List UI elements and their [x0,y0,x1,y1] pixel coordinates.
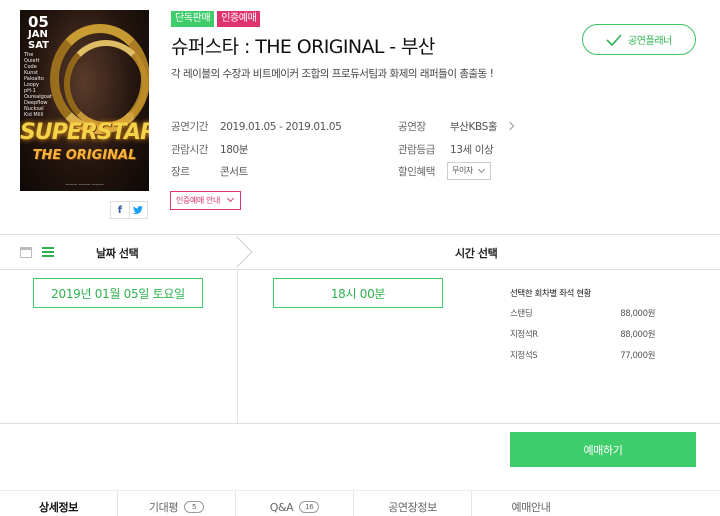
selected-date-chip[interactable]: 2019년 01월 05일 토요일 [33,278,203,308]
performance-planner-label: 공연플래너 [627,36,672,47]
runtime-value: 180분 [219,144,249,156]
poster-footer: ——— ——— ——— [65,182,104,187]
poster-date: 05 JAN SAT [28,13,49,52]
selected-time-chip[interactable]: 18시 00분 [273,278,443,308]
facebook-share-icon[interactable]: f [111,202,130,218]
book-button[interactable]: 예매하기 [510,432,696,467]
chevron-right-icon [505,121,515,131]
seat-row: 스탠딩 88,000원 [510,309,655,319]
poster-image: 05 JAN SAT The Quiett Code Kunst Paloalto L… [20,10,149,191]
info-period: 공연기간 2019.01.05 - 2019.01.05 [171,121,342,133]
date-column: 2019년 01월 05일 토요일 [0,270,238,424]
check-icon [606,33,622,46]
page-title: 슈퍼스타 : THE ORIGINAL - 부산 [171,36,435,58]
exclusive-sale-badge: 단독판매 [171,11,215,27]
tab-qna[interactable]: Q&A 16 [236,491,354,516]
certified-booking-guide-button[interactable]: 인증예매 안내 [170,191,241,210]
tab-count-badge: 5 [184,501,205,513]
poster-main-title: SUPERSTAR [20,120,149,145]
step-date[interactable]: 날짜 선택 [0,235,238,269]
seat-row: 지정석R 88,000원 [510,330,655,340]
poster-sub-title: THE ORIGINAL [32,148,137,163]
seat-status-title: 선택한 회차별 좌석 현황 [510,289,592,299]
period-value: 2019.01.05 - 2019.01.05 [219,121,342,133]
venue-value[interactable]: 부산KBS홀 [450,121,498,133]
list-icon[interactable] [42,247,54,257]
performance-planner-button[interactable]: 공연플래너 [582,24,696,55]
booking-panel: 날짜 선택 시간 선택 2019년 01월 05일 토요일 18시 00분 선택… [0,234,720,424]
share-buttons: f [110,201,148,219]
calendar-icon[interactable] [20,247,32,258]
tab-expectations[interactable]: 기대평 5 [118,491,236,516]
discount-select[interactable]: 무이자 [447,162,491,180]
tab-detail-info[interactable]: 상세정보 [0,491,118,516]
tab-booking-guide[interactable]: 예매안내 [472,491,590,516]
page-subtitle: 각 레이블의 수장과 비트메이커 조합의 프로듀서팀과 화제의 래퍼들이 총출동… [171,68,494,80]
sale-badges: 단독판매 인증예매 [171,11,261,27]
info-runtime: 관람시간 180분 [171,144,249,156]
step-date-label: 날짜 선택 [96,247,139,260]
seat-status: 선택한 회차별 좌석 현황 스탠딩 88,000원 지정석R 88,000원 지… [510,287,655,370]
poster-chain-graphic [64,40,148,128]
info-genre: 장르 콘서트 [171,166,248,178]
genre-value: 콘서트 [219,166,248,178]
tab-venue-info[interactable]: 공연장정보 [354,491,472,516]
poster-lineup: The Quiett Code Kunst Paloalto Loopy pH-1 Our… [24,52,52,118]
detail-tabs: 상세정보 기대평 5 Q&A 16 공연장정보 예매안내 [0,490,720,516]
info-rating: 관람등급 13세 이상 [398,144,494,156]
info-discount: 할인혜택 [398,166,436,178]
rating-value: 13세 이상 [449,144,494,156]
step-time-label: 시간 선택 [455,247,498,260]
certified-booking-badge: 인증예매 [217,11,261,27]
booking-steps: 날짜 선택 시간 선택 [0,235,720,270]
tab-count-badge: 16 [299,501,320,513]
info-venue[interactable]: 공연장 부산KBS홀 [398,119,515,134]
twitter-share-icon[interactable] [130,202,148,218]
seat-row: 지정석S 77,000원 [510,351,655,361]
